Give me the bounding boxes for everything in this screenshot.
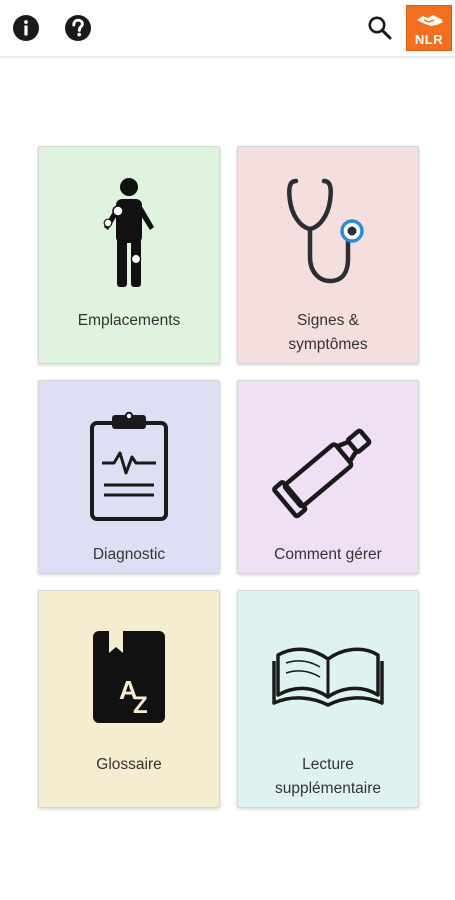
clipboard-ecg-icon: [90, 411, 168, 521]
help-button[interactable]: [61, 11, 95, 45]
body-locations-icon: [103, 178, 154, 287]
search-button[interactable]: [363, 11, 397, 45]
menu-card-label: Signes & symptômes: [288, 312, 368, 353]
logo-text: NLR: [414, 32, 444, 47]
menu-card-label: Emplacements: [77, 312, 181, 329]
menu-card-label: Lecture supplémentaire: [275, 756, 381, 797]
menu-card-signs-symptoms[interactable]: Signes & symptômes: [237, 146, 419, 364]
menu-card-glossary[interactable]: A Z Glossaire: [38, 590, 220, 808]
menu-card-label: Comment gérer: [274, 546, 382, 563]
handshake-icon: [417, 15, 443, 26]
menu-card-diagnostic[interactable]: Diagnostic: [38, 380, 220, 574]
menu-card-locations[interactable]: Emplacements: [38, 146, 220, 364]
info-icon: [13, 15, 39, 41]
glossary-book-icon: A Z: [93, 631, 165, 723]
search-icon: [368, 16, 392, 40]
app-toolbar: NLR: [0, 0, 455, 57]
open-book-icon: [272, 647, 384, 707]
menu-card-label: Glossaire: [96, 756, 162, 773]
stethoscope-icon: [287, 178, 364, 284]
help-icon: [65, 15, 91, 41]
info-button[interactable]: [9, 11, 43, 45]
nlr-logo[interactable]: NLR: [406, 5, 452, 51]
menu-card-how-to-manage[interactable]: Comment gérer: [237, 380, 419, 574]
svg-text:Z: Z: [133, 692, 148, 719]
menu-card-label: Diagnostic: [92, 546, 166, 563]
ointment-tube-icon: [272, 428, 372, 519]
menu-card-further-reading[interactable]: Lecture supplémentaire: [237, 590, 419, 808]
